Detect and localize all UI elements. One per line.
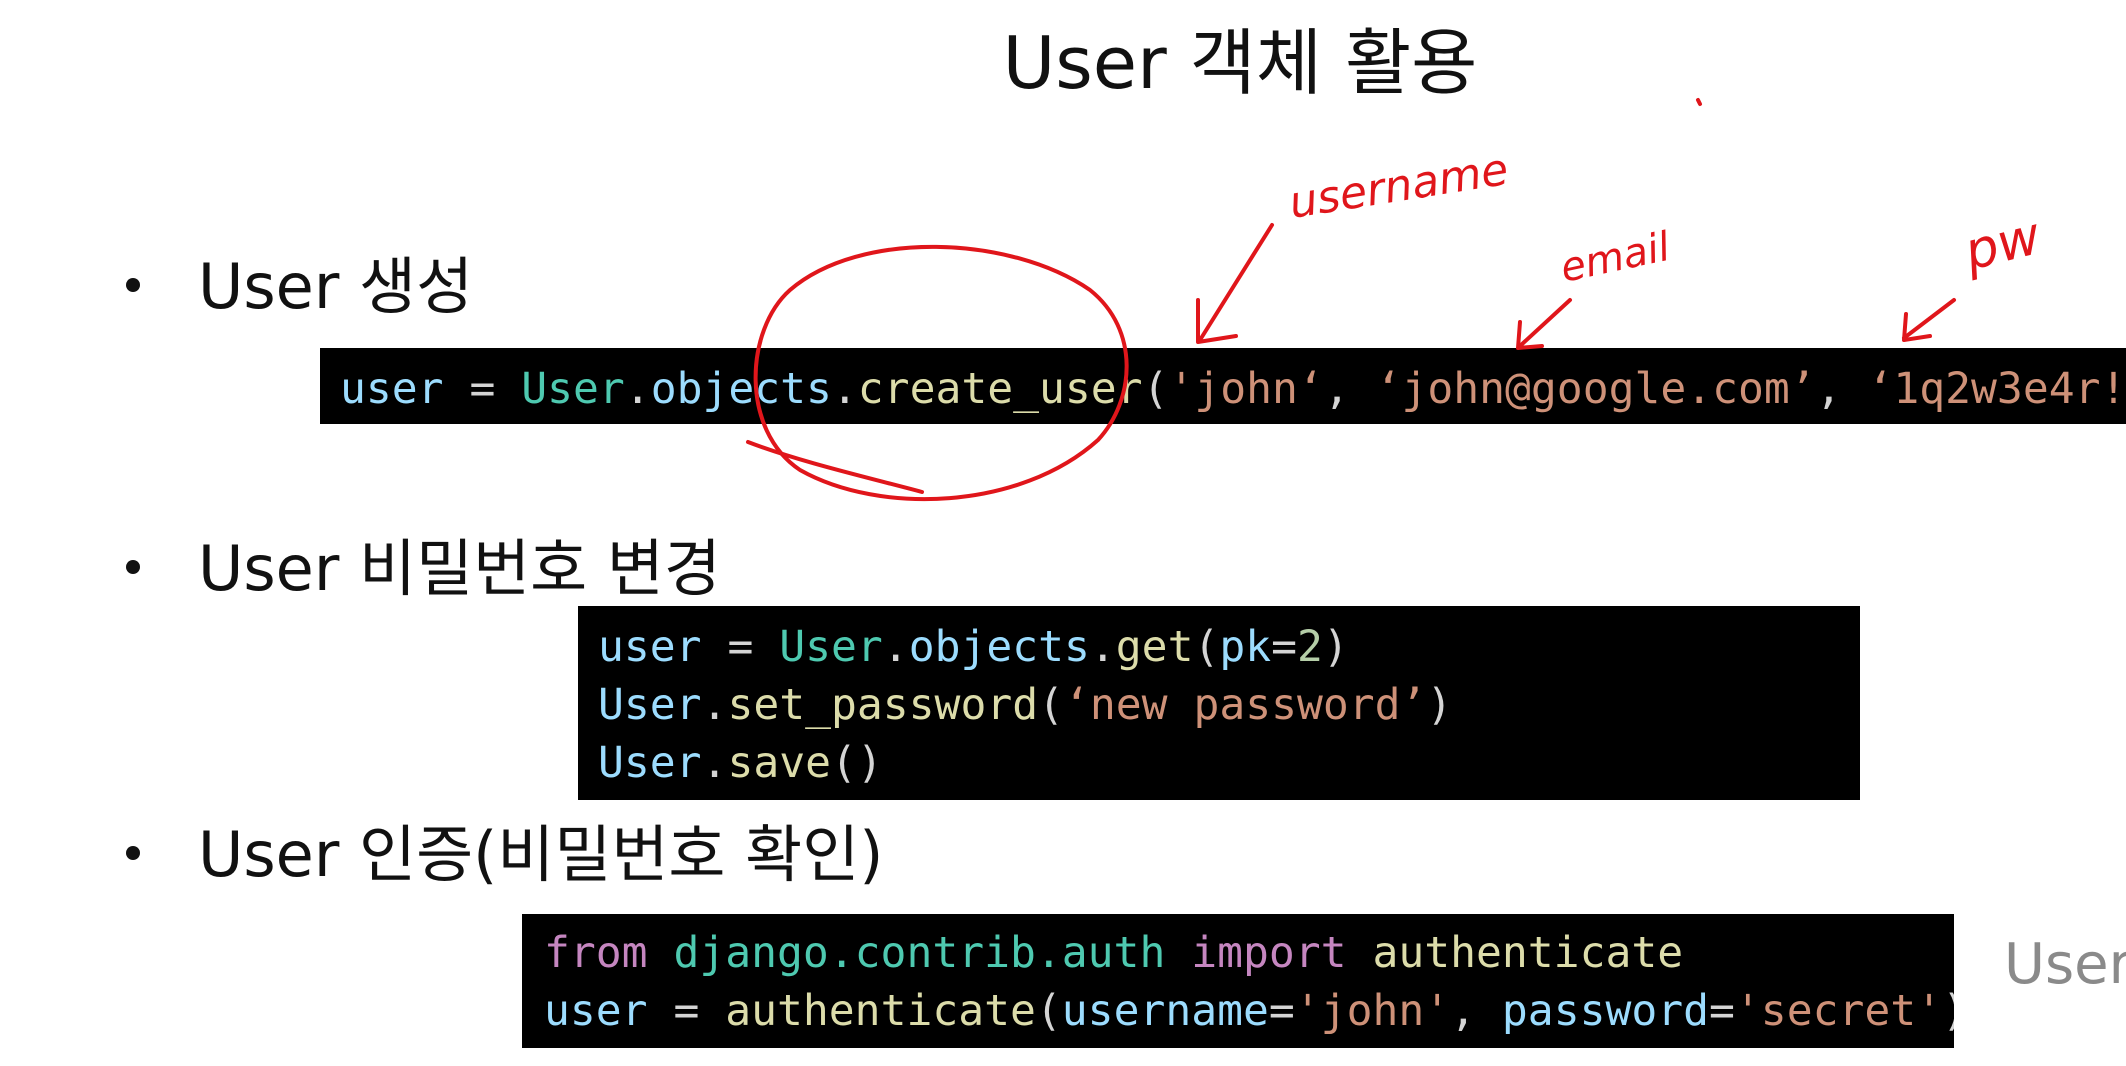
code-block-authenticate: from django.contrib.auth import authenti… bbox=[522, 914, 1954, 1048]
code-token: set_password bbox=[727, 680, 1039, 730]
code-token: = bbox=[1709, 986, 1735, 1036]
ink-arrowhead-email bbox=[1516, 320, 1544, 350]
code-token: django.contrib.auth bbox=[673, 928, 1166, 978]
code-line: user = User.objects.create_user('john‘, … bbox=[340, 360, 2126, 418]
partial-overlay-text: User bbox=[2004, 932, 2126, 997]
code-token: ( bbox=[1142, 364, 1169, 414]
code-token: = bbox=[647, 986, 726, 1036]
code-token: . bbox=[1089, 622, 1116, 672]
code-token: = bbox=[443, 364, 522, 414]
bullet-user-create: User 생성 bbox=[126, 236, 473, 326]
code-block-create-user: user = User.objects.create_user('john‘, … bbox=[320, 348, 2126, 424]
code-token: save bbox=[727, 738, 832, 788]
code-token: 'secret' bbox=[1734, 986, 1943, 1036]
bullet-label: User 생성 bbox=[198, 250, 474, 323]
code-token: objects bbox=[908, 622, 1090, 672]
code-token: from bbox=[544, 928, 648, 978]
ink-arrow-pw bbox=[1902, 298, 1956, 340]
code-token: User bbox=[779, 622, 883, 672]
code-token: authenticate bbox=[1372, 928, 1684, 978]
code-token: 'john' bbox=[1294, 986, 1451, 1036]
code-token: ( bbox=[1038, 680, 1065, 730]
code-line: user = authenticate(username='john', pas… bbox=[544, 982, 1954, 1040]
code-token: 'john‘ bbox=[1168, 364, 1324, 414]
code-token: , bbox=[1815, 364, 1868, 414]
code-token: ) bbox=[1426, 680, 1453, 730]
code-token: user bbox=[544, 986, 648, 1036]
code-token: ‘john@google.com’ bbox=[1375, 364, 1816, 414]
code-token: password bbox=[1501, 986, 1710, 1036]
handwritten-pw: pw bbox=[1958, 206, 2047, 283]
code-token: user bbox=[598, 622, 702, 672]
code-token: import bbox=[1191, 928, 1347, 978]
code-token: ‘new password’ bbox=[1064, 680, 1427, 730]
code-token: username bbox=[1061, 986, 1269, 1036]
bullet-user-change-password: User 비밀번호 변경 bbox=[126, 518, 721, 608]
code-token: ) bbox=[1322, 622, 1349, 672]
code-token: ‘1q2w3e4r!’ bbox=[1867, 364, 2126, 414]
code-token: pk bbox=[1219, 622, 1272, 672]
bullet-dot bbox=[126, 559, 140, 574]
code-line: User.save() bbox=[598, 734, 1860, 792]
code-token: 2 bbox=[1297, 622, 1323, 672]
code-line: User.set_password(‘new password’) bbox=[598, 676, 1860, 734]
code-token: create_user bbox=[857, 364, 1143, 414]
ink-arrow-email bbox=[1518, 298, 1572, 348]
code-token: user bbox=[340, 364, 444, 414]
ink-underline bbox=[746, 440, 924, 494]
code-token: objects bbox=[650, 364, 832, 414]
code-token: . bbox=[701, 680, 728, 730]
code-token: ( bbox=[1193, 622, 1220, 672]
code-token: get bbox=[1115, 622, 1194, 672]
slide-title: User 객체 활용 bbox=[1002, 21, 1478, 105]
bullet-dot bbox=[126, 845, 140, 860]
code-token: . bbox=[882, 622, 909, 672]
code-token: User bbox=[598, 738, 702, 788]
code-token: . bbox=[624, 364, 651, 414]
code-token: , bbox=[1450, 986, 1502, 1036]
handwritten-username: username bbox=[1286, 144, 1512, 229]
bullet-user-authenticate: User 인증(비밀번호 확인) bbox=[126, 804, 883, 894]
code-token: User bbox=[598, 680, 702, 730]
ink-arrowhead-pw bbox=[1902, 312, 1932, 342]
code-token: = bbox=[1268, 986, 1295, 1036]
ink-arrowhead-username bbox=[1196, 298, 1238, 344]
bullet-label: User 인증(비밀번호 확인) bbox=[198, 818, 884, 891]
code-line: user = User.objects.get(pk=2) bbox=[598, 618, 1860, 676]
code-line: from django.contrib.auth import authenti… bbox=[544, 924, 1954, 982]
code-token: ) bbox=[1942, 986, 1954, 1036]
code-token: User bbox=[521, 364, 625, 414]
code-token: ( bbox=[1035, 986, 1062, 1036]
bullet-dot bbox=[126, 277, 140, 292]
handwritten-email: email bbox=[1557, 224, 1674, 292]
code-token: , bbox=[1323, 364, 1376, 414]
code-token: = bbox=[1271, 622, 1298, 672]
code-token: . bbox=[701, 738, 728, 788]
code-token: authenticate bbox=[725, 986, 1036, 1036]
code-token: = bbox=[701, 622, 780, 672]
bullet-label: User 비밀번호 변경 bbox=[198, 532, 721, 605]
code-token: . bbox=[831, 364, 858, 414]
code-token: () bbox=[831, 738, 883, 788]
code-block-set-password: user = User.objects.get(pk=2) User.set_pa… bbox=[578, 606, 1860, 800]
ink-arrow-username bbox=[1198, 223, 1274, 342]
